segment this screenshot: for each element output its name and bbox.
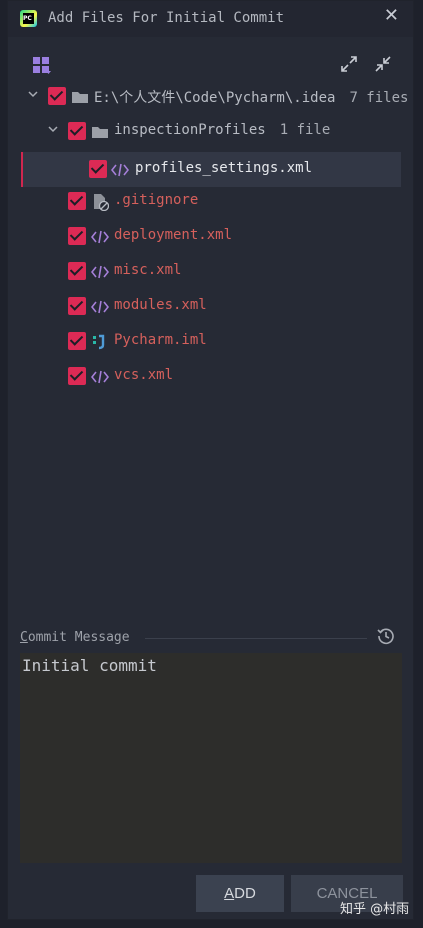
folder-icon	[92, 127, 108, 138]
watermark: 知乎 @村雨	[340, 902, 410, 917]
root-file-count: 7 files	[349, 90, 409, 106]
xml-file-icon	[111, 163, 129, 177]
root-checkbox[interactable]	[48, 87, 66, 105]
selected-file-name: profiles_settings.xml	[135, 160, 313, 176]
xml-file-icon	[91, 370, 109, 384]
root-path-label: E:\个人文件\Code\Pycharm\.idea 7 files	[94, 87, 408, 107]
tree-row-file[interactable]: modules.xml	[8, 289, 413, 324]
iml-file-icon	[93, 334, 105, 350]
file-name: vcs.xml	[114, 367, 174, 383]
commit-message-input[interactable]: Initial commit	[20, 653, 402, 863]
tree-row-selected-file[interactable]: profiles_settings.xml	[21, 152, 401, 187]
gitignore-file-icon	[94, 194, 109, 211]
title-bar: PC Add Files For Initial Commit ✕	[8, 1, 413, 37]
history-icon[interactable]	[377, 627, 395, 645]
folder-file-count: 1 file	[279, 122, 331, 138]
tree-row-file[interactable]: .gitignore	[8, 184, 413, 219]
file-checkbox[interactable]	[68, 227, 86, 245]
tree-row-root[interactable]: E:\个人文件\Code\Pycharm\.idea 7 files	[8, 79, 413, 114]
folder-name: inspectionProfiles	[114, 122, 266, 138]
folder-checkbox[interactable]	[68, 122, 86, 140]
file-checkbox[interactable]	[68, 192, 86, 210]
file-checkbox[interactable]	[89, 160, 107, 178]
commit-label-rest: ommit Message	[27, 630, 130, 645]
expand-all-icon[interactable]	[340, 55, 358, 73]
pycharm-app-icon: PC	[20, 10, 37, 27]
tree-row-file[interactable]: vcs.xml	[8, 359, 413, 394]
group-by-icon[interactable]	[32, 56, 52, 76]
xml-file-icon	[91, 265, 109, 279]
tree-row-folder[interactable]: inspectionProfiles 1 file	[8, 114, 413, 149]
file-checkbox[interactable]	[68, 297, 86, 315]
xml-file-icon	[91, 300, 109, 314]
tree-row-file[interactable]: deployment.xml	[8, 219, 413, 254]
app-icon-text: PC	[23, 13, 34, 24]
chevron-down-icon[interactable]	[28, 89, 38, 99]
file-name: misc.xml	[114, 262, 182, 278]
add-files-dialog: PC Add Files For Initial Commit ✕ E:\个人文…	[7, 0, 414, 920]
add-button[interactable]: A DD	[196, 875, 284, 912]
file-checkbox[interactable]	[68, 262, 86, 280]
file-checkbox[interactable]	[68, 367, 86, 385]
folder-label: inspectionProfiles 1 file	[114, 122, 330, 138]
divider	[145, 638, 367, 639]
commit-label-mnemonic: C	[20, 630, 28, 645]
folder-icon	[72, 92, 88, 103]
add-mnemonic: A	[224, 885, 235, 902]
file-name: Pycharm.iml	[114, 332, 207, 348]
root-path: E:\个人文件\Code\Pycharm\.idea	[94, 90, 336, 106]
commit-message-label: Commit Message	[20, 630, 130, 645]
file-name: .gitignore	[114, 192, 199, 208]
add-label-rest: DD	[234, 885, 256, 902]
collapse-all-icon[interactable]	[374, 55, 392, 73]
tree-row-file[interactable]: Pycharm.iml	[8, 324, 413, 359]
close-icon[interactable]: ✕	[384, 5, 399, 26]
file-checkbox[interactable]	[68, 332, 86, 350]
xml-file-icon	[91, 230, 109, 244]
tree-row-file[interactable]: misc.xml	[8, 254, 413, 289]
chevron-down-icon[interactable]	[48, 124, 58, 134]
file-name: deployment.xml	[114, 227, 233, 243]
file-name: modules.xml	[114, 297, 207, 313]
dialog-title: Add Files For Initial Commit	[48, 10, 285, 26]
